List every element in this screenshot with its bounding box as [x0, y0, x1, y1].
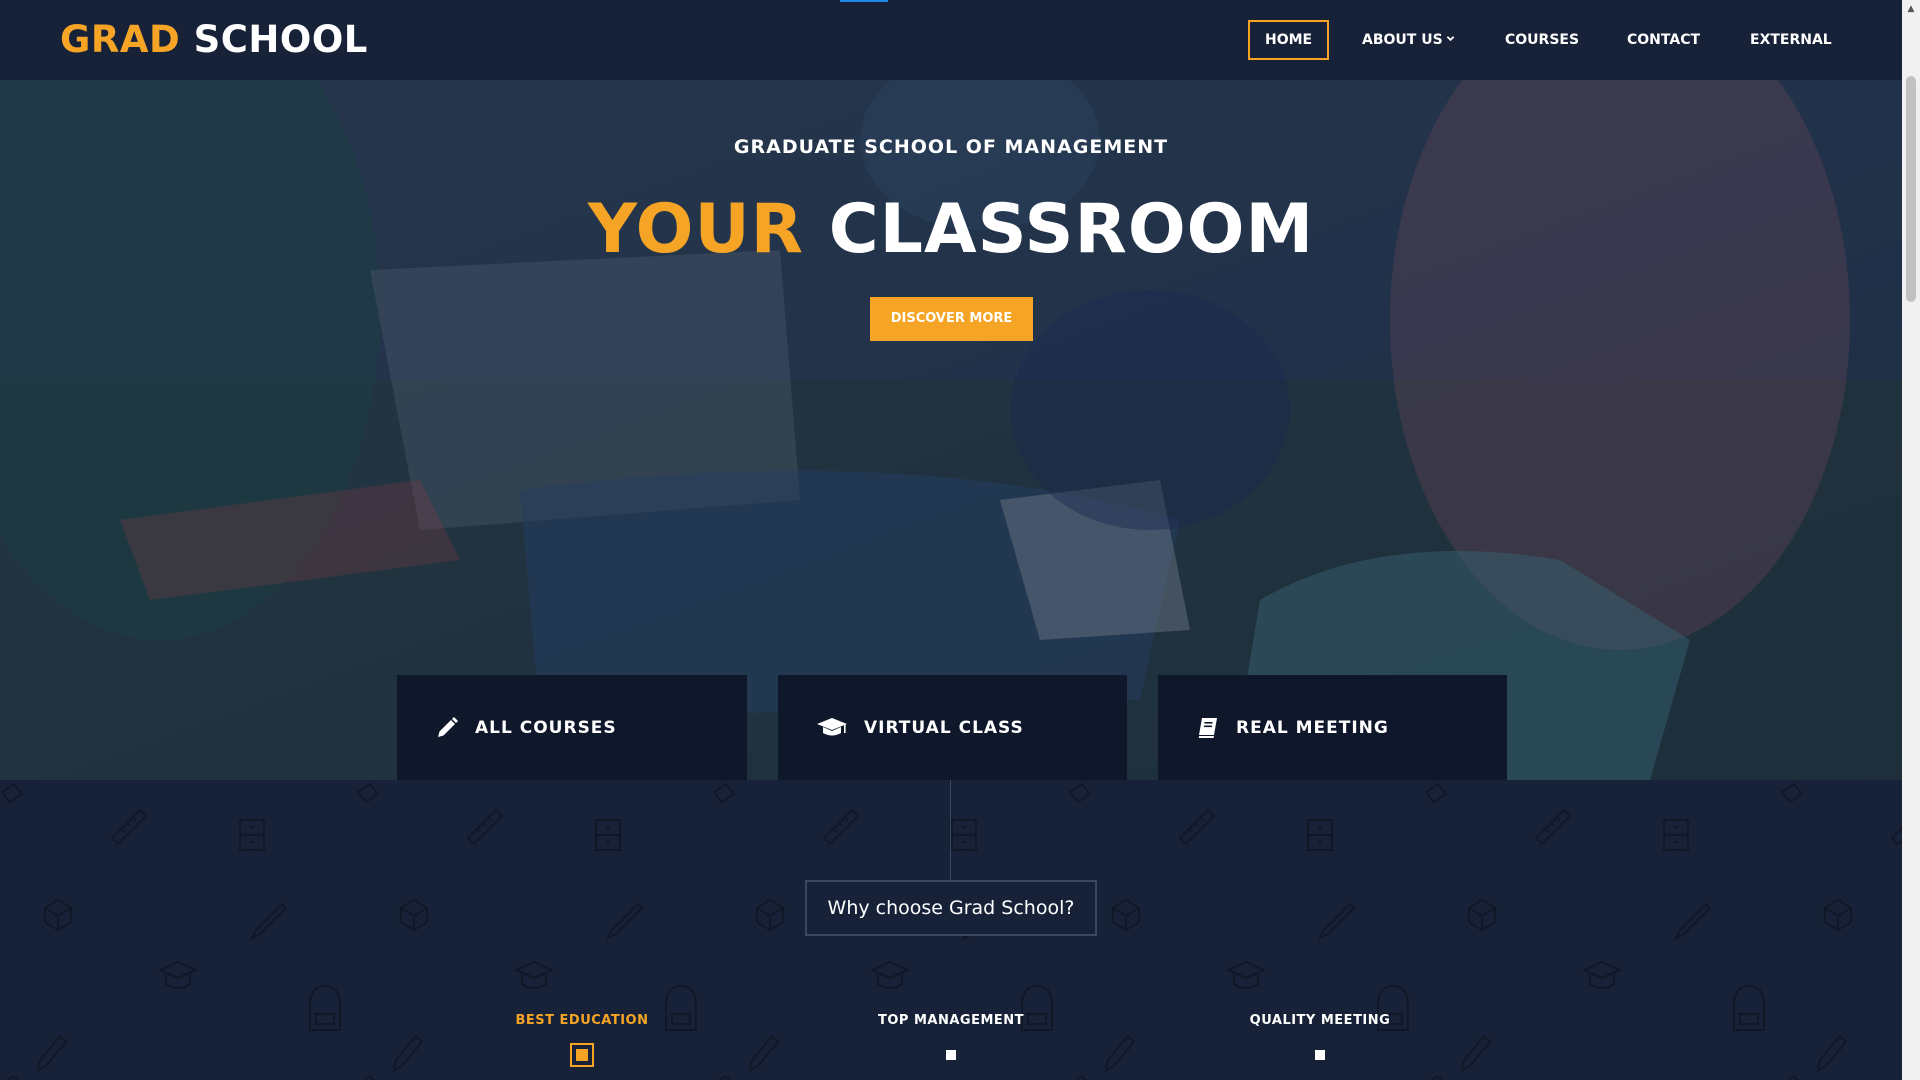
discover-more-button[interactable]: DISCOVER MORE — [870, 297, 1033, 341]
why-choose-section: Why choose Grad School? BEST EDUCATION T… — [0, 780, 1902, 1080]
graduation-cap-icon — [817, 717, 847, 735]
scrollbar-thumb[interactable] — [1906, 76, 1916, 302]
feature-label: VIRTUAL CLASS — [864, 717, 1024, 738]
nav-courses[interactable]: COURSES — [1505, 20, 1579, 60]
page-scrollbar[interactable]: ▲ — [1902, 0, 1920, 1080]
feature-virtual-class[interactable]: VIRTUAL CLASS — [778, 675, 1127, 780]
tab-indicator[interactable] — [1315, 1050, 1325, 1060]
book-icon — [1198, 717, 1217, 738]
nav-home[interactable]: HOME — [1248, 20, 1330, 60]
nav-contact[interactable]: CONTACT — [1627, 20, 1700, 60]
tab-indicator[interactable] — [946, 1050, 956, 1060]
scroll-up-arrow-icon[interactable]: ▲ — [1902, 0, 1920, 18]
hero-subtitle: GRADUATE SCHOOL OF MANAGEMENT — [733, 136, 1169, 158]
section-heading: Why choose Grad School? — [805, 880, 1097, 936]
nav-about-us-label: ABOUT US — [1362, 32, 1443, 48]
logo-text: SCHOOL — [193, 18, 368, 61]
site-logo[interactable]: GRAD SCHOOL — [60, 18, 368, 61]
top-accent-bar — [840, 0, 888, 2]
feature-label: ALL COURSES — [475, 717, 617, 738]
section-divider-line — [950, 780, 951, 880]
pencil-icon — [438, 716, 458, 737]
tab-top-management[interactable]: TOP MANAGEMENT — [831, 1013, 1071, 1028]
nav-external[interactable]: EXTERNAL — [1750, 20, 1832, 60]
tab-best-education[interactable]: BEST EDUCATION — [462, 1013, 702, 1028]
feature-real-meeting[interactable]: REAL MEETING — [1158, 675, 1507, 780]
nav-about-us[interactable]: ABOUT US — [1362, 20, 1455, 60]
feature-all-courses[interactable]: ALL COURSES — [397, 675, 747, 780]
logo-accent: GRAD — [60, 18, 181, 61]
site-header: GRAD SCHOOL HOME ABOUT US COURSES CONTAC… — [0, 0, 1902, 80]
hero-title-accent: YOUR — [587, 190, 805, 269]
hero-title: YOUR CLASSROOM — [0, 190, 1902, 269]
feature-label: REAL MEETING — [1236, 717, 1389, 738]
tab-quality-meeting[interactable]: QUALITY MEETING — [1200, 1013, 1440, 1028]
tab-indicator-active[interactable] — [570, 1043, 594, 1067]
hero-title-rest: CLASSROOM — [828, 190, 1315, 269]
chevron-down-icon — [1446, 36, 1454, 42]
